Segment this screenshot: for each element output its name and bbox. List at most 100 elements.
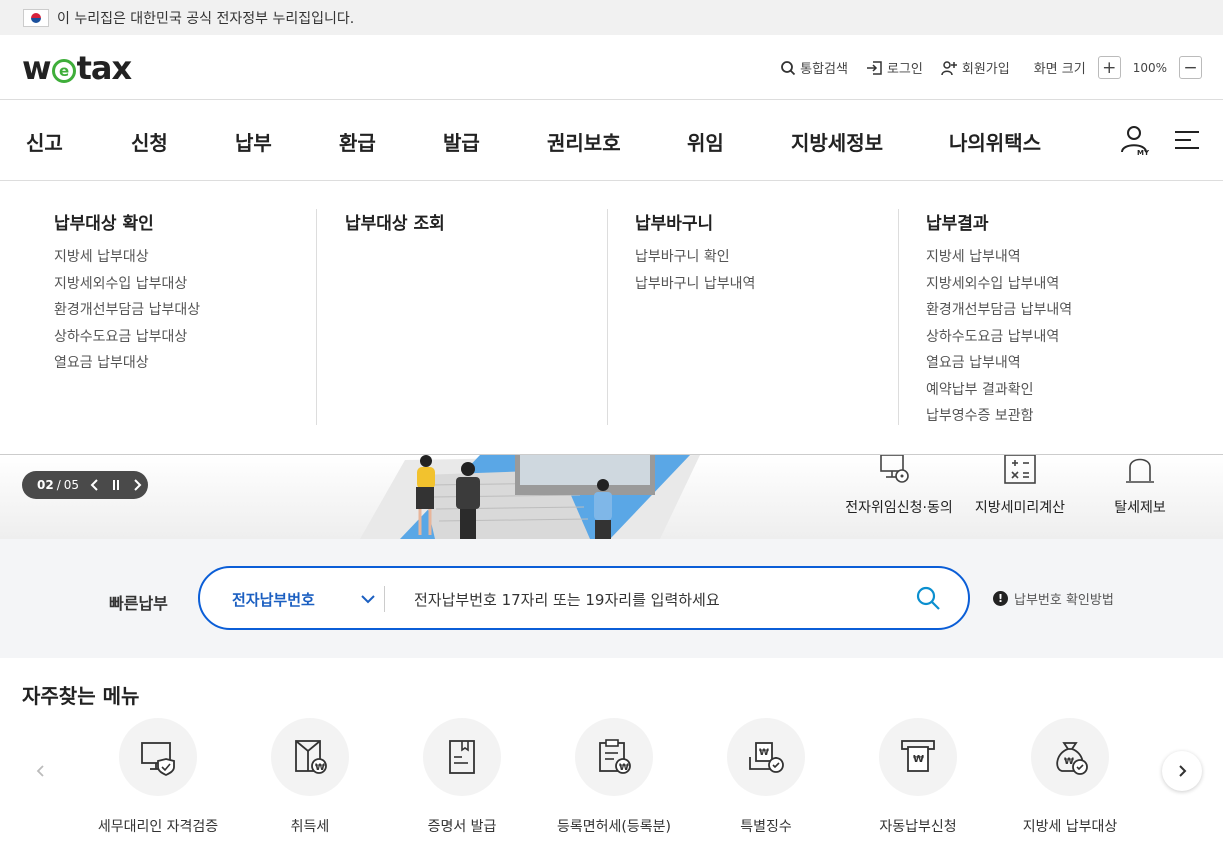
- quick-link-tax-evasion-report[interactable]: 탈세제보: [1100, 455, 1180, 517]
- main-navigation: 신고 신청 납부 환급 발급 권리보호 위임 지방세정보 나의위택스 MY: [0, 100, 1223, 181]
- favorite-item-agent-verify[interactable]: 세무대리인 자격검증: [78, 718, 238, 836]
- zoom-in-button[interactable]: +: [1097, 56, 1121, 79]
- mega-link[interactable]: 상하수도요금 납부내역: [926, 326, 1072, 353]
- favorite-icon-wrap: ₩: [271, 718, 349, 796]
- clipboard-won-icon: ₩: [599, 739, 631, 774]
- my-page-icon[interactable]: MY: [1120, 124, 1152, 156]
- hero-banner: 02 / 05 전자위임신청·동의 지방세미리계산 탈세제보: [0, 455, 1223, 539]
- signup-label: 회원가입: [961, 62, 1010, 77]
- search-icon[interactable]: [915, 585, 941, 611]
- mega-link[interactable]: 환경개선부담금 납부대상: [54, 299, 200, 326]
- utility-menu: 통합검색 로그인 회원가입 화면 크기 + 100% −: [762, 56, 1202, 79]
- siren-icon: [1126, 458, 1154, 483]
- login-link[interactable]: 로그인: [866, 58, 923, 77]
- gov-banner-text: 이 누리집은 대한민국 공식 전자정부 누리집입니다.: [57, 10, 355, 27]
- mega-link[interactable]: 지방세외수입 납부내역: [926, 273, 1072, 300]
- pause-icon[interactable]: [110, 479, 122, 491]
- svg-text:MY: MY: [1137, 149, 1150, 156]
- zoom-out-button[interactable]: −: [1179, 56, 1202, 79]
- pager-separator: /: [56, 478, 61, 492]
- korea-flag-icon: [23, 8, 49, 27]
- favorite-menus-section: 자주찾는 메뉴 세무대리인 자격검증 ₩ 취득세 증명서 발급 ₩ 등록면허세(…: [0, 658, 1223, 844]
- quick-link-label: 전자위임신청·동의: [845, 500, 953, 516]
- svg-text:₩: ₩: [913, 754, 924, 765]
- monitor-shield-icon: [141, 742, 175, 777]
- payment-number-help-link[interactable]: ! 납부번호 확인방법: [993, 589, 1114, 608]
- quick-link-edelegation[interactable]: 전자위임신청·동의: [840, 455, 958, 517]
- mega-column-title[interactable]: 납부대상 확인: [54, 209, 200, 234]
- gov-banner: 이 누리집은 대한민국 공식 전자정부 누리집입니다.: [0, 0, 1223, 35]
- carousel-prev-button[interactable]: [21, 751, 61, 791]
- favorite-item-label: 자동납부신청: [879, 819, 957, 835]
- certificate-icon: [449, 740, 475, 774]
- mega-link[interactable]: 지방세 납부대상: [54, 246, 200, 273]
- favorite-menus-title: 자주찾는 메뉴: [22, 684, 140, 708]
- gnb-item-apply[interactable]: 신청: [131, 127, 168, 156]
- mega-link[interactable]: 열요금 납부대상: [54, 352, 200, 379]
- gnb-item-my-wetax[interactable]: 나의위택스: [949, 127, 1041, 156]
- favorite-item-auto-payment[interactable]: ₩ 자동납부신청: [838, 718, 998, 836]
- quick-link-label: 탈세제보: [1114, 500, 1166, 516]
- favorite-item-certificate[interactable]: 증명서 발급: [382, 718, 542, 836]
- login-icon: [866, 60, 882, 75]
- prev-slide-icon[interactable]: [89, 479, 101, 491]
- svg-text:₩: ₩: [619, 763, 629, 773]
- favorite-icon-wrap: ₩: [575, 718, 653, 796]
- gnb-item-localtax-info[interactable]: 지방세정보: [791, 127, 883, 156]
- svg-text:₩: ₩: [759, 748, 769, 758]
- favorite-item-acquisition-tax[interactable]: ₩ 취득세: [230, 718, 390, 836]
- gnb-item-refund[interactable]: 환급: [339, 127, 376, 156]
- chevron-right-icon: [1179, 765, 1187, 777]
- search-label: 통합검색: [800, 62, 848, 77]
- mega-link[interactable]: 환경개선부담금 납부내역: [926, 299, 1072, 326]
- bill-slot-icon: ₩: [901, 740, 935, 772]
- document-won-icon: ₩: [295, 740, 327, 774]
- gnb-item-issue[interactable]: 발급: [443, 127, 480, 156]
- quick-link-tax-calculator[interactable]: 지방세미리계산: [970, 455, 1070, 517]
- logo-part-w: w: [22, 49, 52, 87]
- pager-current: 02: [37, 478, 54, 492]
- chevron-down-icon[interactable]: [360, 591, 376, 607]
- logo-part-tax: tax: [76, 49, 133, 87]
- carousel-next-button[interactable]: [1162, 751, 1202, 791]
- favorite-item-label: 취득세: [290, 819, 330, 835]
- favorite-item-label: 특별징수: [740, 819, 792, 835]
- favorite-item-special-collection[interactable]: ₩ 특별징수: [686, 718, 846, 836]
- favorite-item-localtax-target[interactable]: ₩ 지방세 납부대상: [990, 718, 1150, 836]
- mega-link[interactable]: 열요금 납부내역: [926, 352, 1072, 379]
- search-link[interactable]: 통합검색: [780, 58, 848, 77]
- gnb-item-pay[interactable]: 납부: [235, 127, 272, 156]
- mega-column-title[interactable]: 납부결과: [926, 209, 1072, 234]
- mega-link[interactable]: 예약납부 결과확인: [926, 379, 1072, 406]
- mega-column-title[interactable]: 납부바구니: [635, 209, 755, 234]
- user-plus-icon: [941, 60, 957, 75]
- mega-link[interactable]: 납부영수증 보관함: [926, 405, 1072, 432]
- slide-pager: 02 / 05: [22, 471, 148, 499]
- quick-link-label: 지방세미리계산: [974, 500, 1066, 516]
- mega-column-pay-result: 납부결과 지방세 납부내역 지방세외수입 납부내역 환경개선부담금 납부내역 상…: [926, 209, 1072, 432]
- favorite-item-registration-tax[interactable]: ₩ 등록면허세(등록분): [534, 718, 694, 836]
- gnb-item-delegation[interactable]: 위임: [687, 127, 724, 156]
- mega-link[interactable]: 납부바구니 납부내역: [635, 273, 755, 300]
- fast-payment-label: 빠른납부: [109, 594, 168, 613]
- payment-number-type-select[interactable]: 전자납부번호: [232, 589, 315, 610]
- gnb-item-report[interactable]: 신고: [26, 127, 63, 156]
- mega-link[interactable]: 지방세외수입 납부대상: [54, 273, 200, 300]
- mega-link[interactable]: 납부바구니 확인: [635, 246, 755, 273]
- zoom-value: 100%: [1132, 60, 1167, 75]
- favorite-item-label: 등록면허세(등록분): [557, 819, 671, 835]
- gnb-item-rights[interactable]: 권리보호: [547, 127, 621, 156]
- column-divider: [316, 209, 317, 425]
- signup-link[interactable]: 회원가입: [941, 58, 1010, 77]
- mega-link[interactable]: 지방세 납부내역: [926, 246, 1072, 273]
- next-slide-icon[interactable]: [131, 479, 143, 491]
- favorite-icon-wrap: [423, 718, 501, 796]
- favorite-icon-wrap: ₩: [727, 718, 805, 796]
- hamburger-menu-icon[interactable]: [1175, 130, 1199, 150]
- column-divider: [898, 209, 899, 425]
- wetax-logo[interactable]: w e tax: [22, 49, 133, 87]
- mega-link[interactable]: 상하수도요금 납부대상: [54, 326, 200, 353]
- payment-number-input[interactable]: 전자납부번호 17자리 또는 19자리를 입력하세요: [414, 589, 720, 610]
- mega-column-title[interactable]: 납부대상 조회: [345, 209, 445, 234]
- select-divider: [384, 586, 385, 612]
